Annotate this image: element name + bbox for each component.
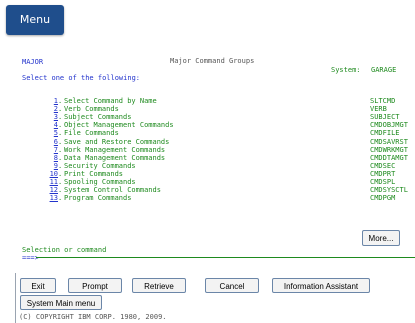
menu-tab-button[interactable]: Menu bbox=[6, 5, 64, 35]
menu-option-separator: . bbox=[58, 113, 63, 122]
menu-option-command: CMDFILE bbox=[370, 129, 400, 138]
menu-option-number[interactable]: 4 bbox=[46, 121, 58, 129]
menu-option-separator: . bbox=[58, 161, 63, 170]
menu-option-separator: . bbox=[58, 105, 63, 114]
menu-option-number[interactable]: 10 bbox=[46, 170, 58, 178]
menu-option-label[interactable]: Subject Commands bbox=[64, 113, 131, 121]
menu-option-label[interactable]: Verb Commands bbox=[64, 105, 119, 113]
menu-option-command: CMDOBJMGT bbox=[370, 121, 408, 130]
command-input[interactable] bbox=[36, 257, 415, 258]
menu-option-separator: . bbox=[58, 178, 63, 186]
menu-option-label[interactable]: Spooling Commands bbox=[64, 178, 136, 186]
menu-option-number[interactable]: 7 bbox=[46, 146, 58, 154]
menu-option-number[interactable]: 11 bbox=[46, 178, 58, 186]
menu-option-number[interactable]: 1 bbox=[46, 97, 58, 105]
copyright-notice: (C) COPYRIGHT IBM CORP. 1980, 2009. bbox=[19, 313, 167, 321]
cancel-button[interactable]: Cancel bbox=[205, 278, 259, 293]
frame-divider bbox=[15, 273, 16, 323]
menu-option-label[interactable]: Object Management Commands bbox=[64, 121, 174, 129]
top-bar: Menu bbox=[0, 0, 415, 44]
menu-option-label[interactable]: Print Commands bbox=[64, 170, 123, 178]
menu-option-command: VERB bbox=[370, 105, 387, 114]
exit-button[interactable]: Exit bbox=[20, 278, 56, 293]
menu-option-command: SLTCMD bbox=[370, 97, 396, 105]
command-prompt: ===> bbox=[22, 254, 39, 262]
menu-option-separator: . bbox=[58, 137, 63, 146]
menu-option-command: CMDPGM bbox=[370, 194, 396, 203]
menu-option-command: CMDSEC bbox=[370, 161, 396, 170]
terminal-screen: MAJOR Major Command Groups System: GARAG… bbox=[0, 44, 415, 273]
menu-option-separator: . bbox=[58, 153, 63, 162]
menu-option-number[interactable]: 12 bbox=[46, 186, 58, 194]
menu-option-separator: . bbox=[58, 186, 63, 195]
menu-option-label[interactable]: Select Command by Name bbox=[64, 97, 157, 105]
menu-option-command: CMDDTAMGT bbox=[370, 153, 408, 162]
menu-option-label[interactable]: Security Commands bbox=[64, 162, 136, 170]
screen-title: Major Command Groups bbox=[170, 57, 255, 65]
menu-option-label[interactable]: Data Management Commands bbox=[64, 154, 165, 162]
more-button[interactable]: More... bbox=[362, 230, 400, 246]
menu-option-separator: . bbox=[58, 145, 63, 154]
menu-option-label[interactable]: File Commands bbox=[64, 129, 119, 137]
system-main-menu-button[interactable]: System Main menu bbox=[20, 295, 102, 310]
menu-option-separator: . bbox=[58, 169, 63, 178]
selection-label: Selection or command bbox=[22, 246, 107, 254]
menu-option-label[interactable]: Save and Restore Commands bbox=[64, 138, 169, 146]
system-name: GARAGE bbox=[371, 66, 397, 74]
menu-option-command: CMDSYSCTL bbox=[370, 186, 408, 195]
select-prompt: Select one of the following: bbox=[22, 74, 141, 82]
menu-option-separator: . bbox=[58, 194, 63, 203]
information-assistant-button[interactable]: Information Assistant bbox=[272, 278, 370, 293]
menu-option-label[interactable]: Program Commands bbox=[64, 194, 131, 202]
menu-option-label[interactable]: System Control Commands bbox=[64, 186, 161, 194]
menu-id: MAJOR bbox=[22, 58, 44, 66]
menu-option-number[interactable]: 5 bbox=[46, 129, 58, 137]
menu-option-command: CMDSAVRST bbox=[370, 137, 408, 146]
system-label: System: bbox=[331, 66, 361, 74]
menu-option-command: CMDSPL bbox=[370, 178, 396, 186]
menu-option-separator: . bbox=[58, 97, 63, 105]
menu-option-number[interactable]: 3 bbox=[46, 113, 58, 121]
menu-option-command: CMDWRKMGT bbox=[370, 145, 408, 154]
menu-option-number[interactable]: 9 bbox=[46, 162, 58, 170]
menu-option-number[interactable]: 8 bbox=[46, 154, 58, 162]
menu-option-command: SUBJECT bbox=[370, 113, 400, 122]
menu-option-number[interactable]: 13 bbox=[46, 194, 58, 202]
menu-option-number[interactable]: 6 bbox=[46, 138, 58, 146]
menu-option-label[interactable]: Work Management Commands bbox=[64, 146, 165, 154]
menu-option-separator: . bbox=[58, 129, 63, 138]
prompt-button[interactable]: Prompt bbox=[68, 278, 122, 293]
menu-option-number[interactable]: 2 bbox=[46, 105, 58, 113]
menu-option-separator: . bbox=[58, 121, 63, 130]
menu-option-command: CMDPRT bbox=[370, 169, 396, 178]
retrieve-button[interactable]: Retrieve bbox=[132, 278, 186, 293]
